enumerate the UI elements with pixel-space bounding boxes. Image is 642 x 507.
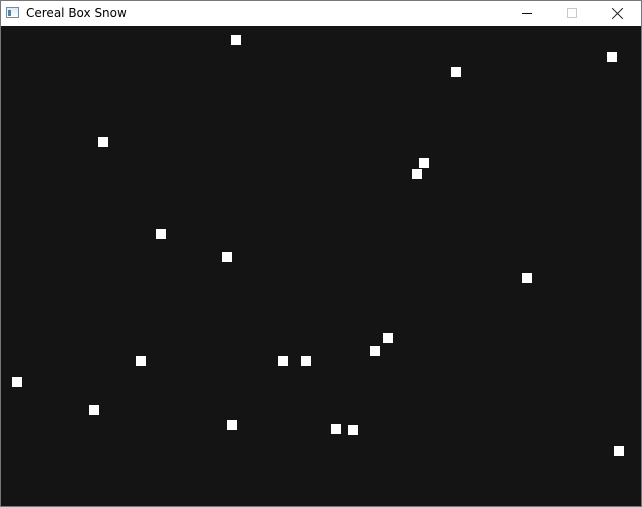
snowflake bbox=[522, 273, 532, 283]
close-button[interactable] bbox=[595, 1, 641, 26]
snowflake bbox=[348, 425, 358, 435]
application-window-icon bbox=[6, 7, 19, 18]
snowflake bbox=[278, 356, 288, 366]
window-title: Cereal Box Snow bbox=[26, 6, 127, 20]
snowflake bbox=[136, 356, 146, 366]
snowflake bbox=[222, 252, 232, 262]
snowflake bbox=[156, 229, 166, 239]
snowflake bbox=[383, 333, 393, 343]
maximize-icon bbox=[567, 8, 577, 18]
snowflake bbox=[614, 446, 624, 456]
snowflake bbox=[370, 346, 380, 356]
snowflake bbox=[301, 356, 311, 366]
snowflake bbox=[227, 420, 237, 430]
snowflake bbox=[412, 169, 422, 179]
snowflake bbox=[89, 405, 99, 415]
snowflake bbox=[98, 137, 108, 147]
snowflake bbox=[231, 35, 241, 45]
snowflake bbox=[451, 67, 461, 77]
snowflake bbox=[12, 377, 22, 387]
snowflake bbox=[331, 424, 341, 434]
snow-canvas bbox=[1, 26, 641, 506]
snowflake bbox=[419, 158, 429, 168]
minimize-button[interactable] bbox=[503, 1, 549, 26]
app-window: Cereal Box Snow bbox=[0, 0, 642, 507]
minimize-icon bbox=[522, 13, 532, 14]
close-icon bbox=[611, 7, 624, 20]
snowflake bbox=[607, 52, 617, 62]
title-bar[interactable]: Cereal Box Snow bbox=[1, 1, 641, 26]
maximize-button[interactable] bbox=[549, 1, 595, 26]
